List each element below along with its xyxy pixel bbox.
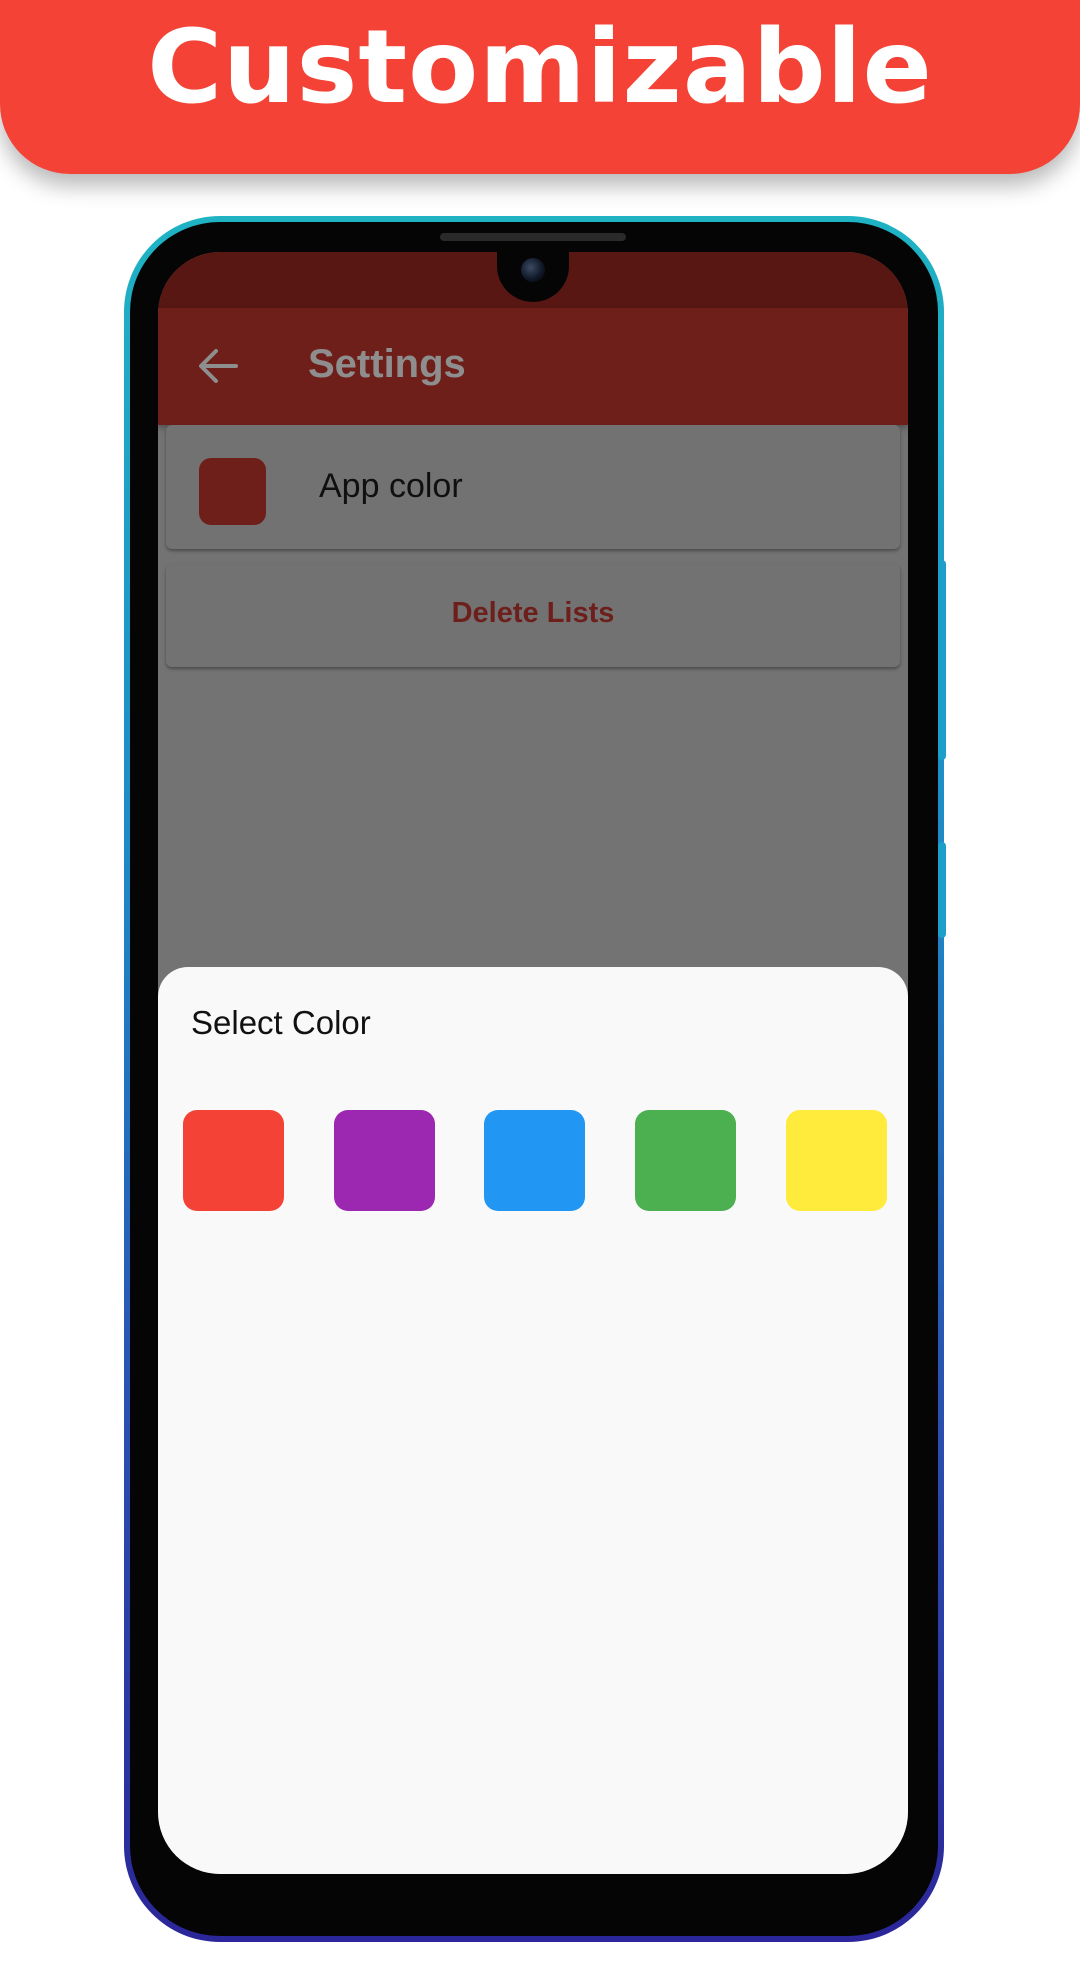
app-color-label: App color — [319, 467, 463, 505]
app-color-setting[interactable]: App color — [166, 425, 900, 549]
front-camera-icon — [521, 258, 545, 282]
banner-title: Customizable — [147, 8, 933, 127]
power-button — [938, 842, 946, 938]
select-color-sheet: Select Color — [158, 967, 908, 1874]
color-option-purple[interactable] — [334, 1110, 435, 1211]
delete-lists-button[interactable]: Delete Lists — [166, 564, 900, 667]
color-option-red[interactable] — [183, 1110, 284, 1211]
earpiece-speaker — [440, 233, 626, 241]
phone-screen: Settings App color Delete Lists Select C… — [158, 252, 908, 1874]
color-option-yellow[interactable] — [786, 1110, 887, 1211]
volume-button — [938, 560, 946, 760]
sheet-title: Select Color — [191, 1004, 371, 1041]
app-bar: Settings — [158, 308, 908, 425]
promo-banner: Customizable — [0, 0, 1080, 174]
delete-lists-label: Delete Lists — [451, 597, 615, 629]
page-title: Settings — [308, 342, 466, 386]
current-color-swatch — [199, 458, 266, 525]
color-option-blue[interactable] — [484, 1110, 585, 1211]
color-option-green[interactable] — [635, 1110, 736, 1211]
arrow-back-icon[interactable] — [196, 346, 240, 386]
